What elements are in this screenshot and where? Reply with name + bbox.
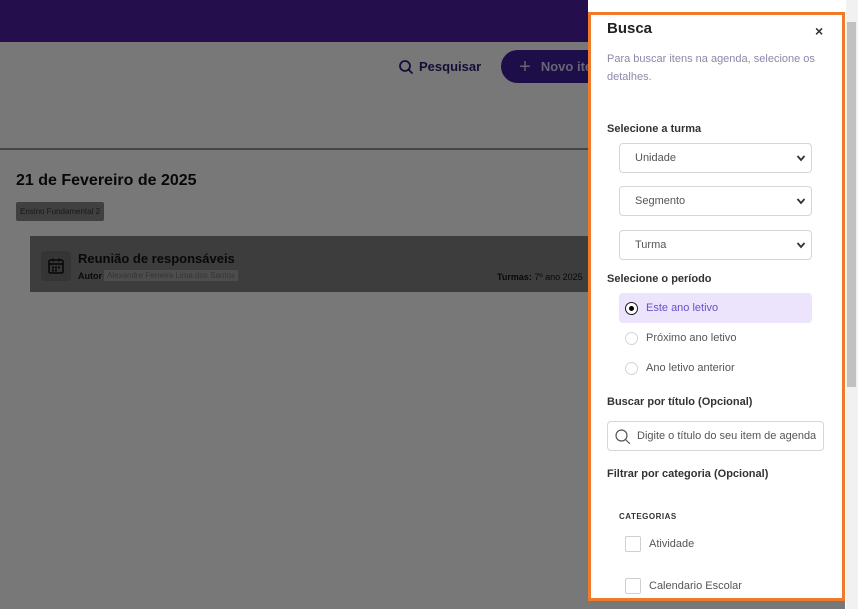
period-option-label: Ano letivo anterior bbox=[646, 362, 735, 374]
period-option-label: Próximo ano letivo bbox=[646, 332, 737, 344]
drawer-hint: Para buscar itens na agenda, selecione o… bbox=[607, 53, 815, 83]
category-label: Atividade bbox=[649, 538, 695, 550]
segment-select[interactable]: Segmento bbox=[619, 186, 812, 216]
scrollbar-thumb[interactable] bbox=[847, 22, 856, 387]
radio-selected-icon bbox=[626, 302, 637, 314]
category-filter-label: Filtrar por categoria (Opcional) bbox=[607, 468, 769, 480]
title-search-label: Buscar por título (Opcional) bbox=[607, 396, 753, 408]
category-option-calendario[interactable]: Calendario Escolar bbox=[625, 578, 742, 594]
period-option-current[interactable]: Este ano letivo bbox=[619, 293, 812, 323]
chevron-down-icon bbox=[796, 198, 806, 205]
drawer-top-strip bbox=[588, 0, 845, 12]
period-section-label: Selecione o período bbox=[607, 273, 712, 285]
radio-empty-icon bbox=[625, 361, 638, 375]
unit-select[interactable]: Unidade bbox=[619, 143, 812, 173]
segment-select-value: Segmento bbox=[635, 195, 686, 207]
checkbox-unchecked[interactable] bbox=[625, 536, 641, 552]
period-option-previous[interactable]: Ano letivo anterior bbox=[619, 353, 812, 383]
title-search-field[interactable] bbox=[607, 421, 824, 451]
close-button[interactable]: × bbox=[815, 23, 823, 39]
checkbox-unchecked[interactable] bbox=[625, 578, 641, 594]
search-icon bbox=[615, 428, 631, 444]
search-drawer: Busca × Para buscar itens na agenda, sel… bbox=[588, 12, 845, 601]
class-select[interactable]: Turma bbox=[619, 230, 812, 260]
unit-select-value: Unidade bbox=[635, 152, 676, 164]
period-option-label: Este ano letivo bbox=[646, 302, 719, 314]
category-option-atividade[interactable]: Atividade bbox=[625, 536, 694, 552]
period-option-next[interactable]: Próximo ano letivo bbox=[619, 323, 812, 353]
chevron-down-icon bbox=[796, 242, 806, 249]
class-section-label: Selecione a turma bbox=[607, 123, 702, 135]
category-label: Calendario Escolar bbox=[649, 580, 742, 592]
drawer-title: Busca bbox=[607, 20, 653, 37]
chevron-down-icon bbox=[796, 155, 806, 162]
categories-header: CATEGORIAS bbox=[619, 512, 677, 521]
title-search-input[interactable] bbox=[637, 430, 823, 442]
class-select-value: Turma bbox=[635, 239, 667, 251]
radio-empty-icon bbox=[625, 331, 638, 345]
